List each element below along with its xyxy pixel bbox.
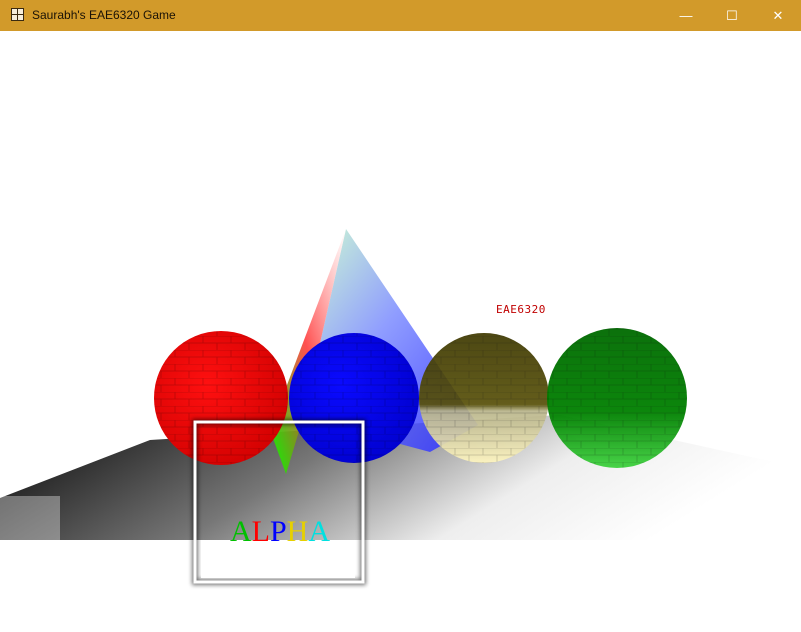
floor-noise (0, 496, 60, 540)
title-bar[interactable]: Saurabh's EAE6320 Game — ☐ ✕ (0, 0, 801, 31)
alpha-sprite-text: ALPHA (200, 516, 360, 548)
alpha-letter: A (229, 515, 252, 548)
sphere-blue (289, 333, 419, 463)
game-viewport[interactable]: EAE6320 ALPHA (0, 31, 801, 632)
alpha-letter: P (269, 515, 287, 548)
alpha-letter: A (308, 515, 331, 548)
alpha-letter: L (251, 515, 270, 548)
sphere-olive (419, 333, 549, 463)
window-title: Saurabh's EAE6320 Game (32, 8, 176, 22)
minimize-button[interactable]: — (663, 0, 709, 31)
world-text-label: EAE6320 (496, 303, 546, 316)
scene-render (0, 229, 801, 585)
sphere-red (154, 331, 288, 465)
alpha-letter: H (286, 515, 309, 548)
maximize-button[interactable]: ☐ (709, 0, 755, 31)
close-button[interactable]: ✕ (755, 0, 801, 31)
sphere-green (547, 328, 687, 468)
game-window-icon (11, 8, 24, 21)
